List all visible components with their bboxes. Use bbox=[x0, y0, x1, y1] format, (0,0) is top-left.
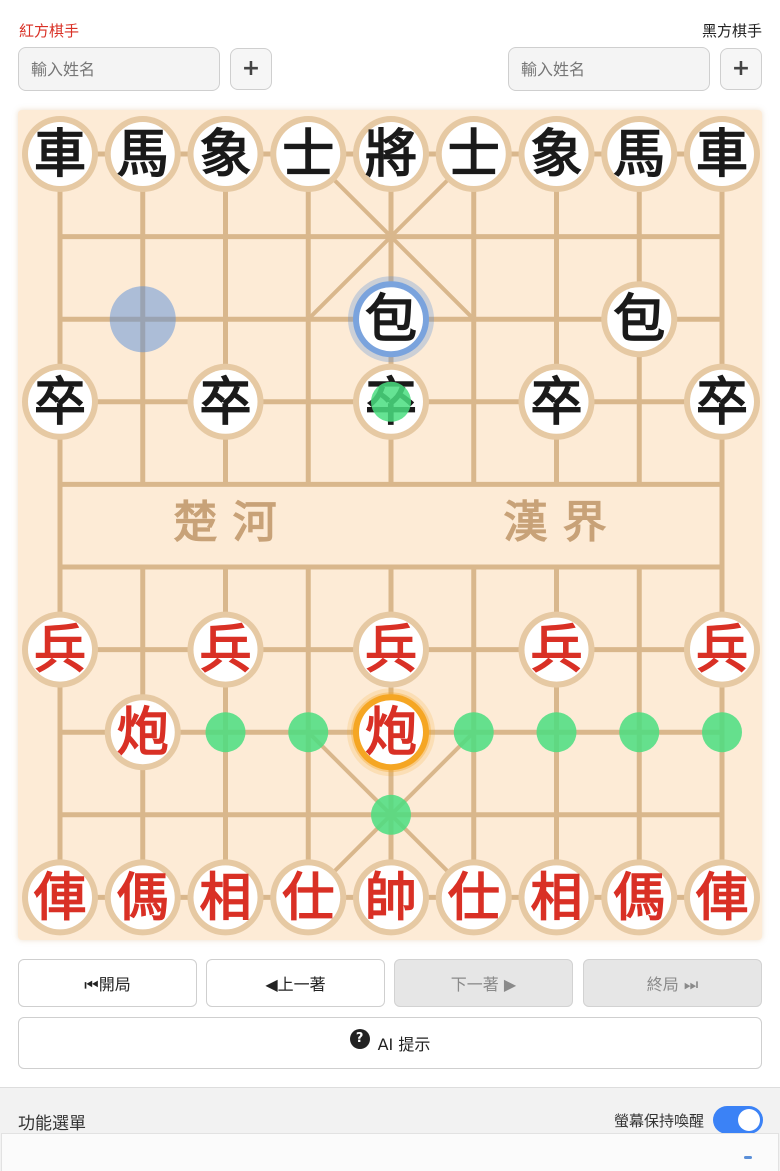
piece-red[interactable]: 兵 bbox=[353, 611, 429, 688]
piece-red[interactable]: 兵 bbox=[187, 611, 264, 688]
piece-label: 俥 bbox=[33, 867, 86, 928]
piece-label: 兵 bbox=[530, 620, 582, 681]
piece-black[interactable]: 卒 bbox=[22, 363, 98, 440]
piece-red[interactable]: 仕 bbox=[435, 859, 512, 936]
piece-black[interactable]: 馬 bbox=[601, 116, 678, 192]
piece-black[interactable]: 包 bbox=[348, 276, 434, 363]
piece-label: 俥 bbox=[695, 867, 748, 928]
board-grid bbox=[57, 151, 725, 900]
move-hint-dot[interactable] bbox=[536, 712, 577, 753]
piece-red[interactable]: 相 bbox=[187, 859, 264, 936]
xiangqi-board[interactable]: 楚 河 漢 界 車馬象士將士象馬車包包卒卒卒卒卒兵兵兵兵兵炮炮俥傌相仕帥仕相傌俥 bbox=[18, 110, 762, 940]
piece-label: 象 bbox=[530, 124, 582, 185]
menu-label[interactable]: 功能選單 bbox=[18, 1109, 86, 1134]
red-name-input[interactable] bbox=[18, 47, 220, 91]
piece-label: 包 bbox=[365, 289, 417, 350]
move-hint-dot[interactable] bbox=[371, 794, 411, 835]
board-canvas[interactable]: 楚 河 漢 界 車馬象士將士象馬車包包卒卒卒卒卒兵兵兵兵兵炮炮俥傌相仕帥仕相傌俥 bbox=[18, 110, 762, 940]
piece-black[interactable]: 卒 bbox=[684, 363, 760, 440]
piece-red[interactable]: 俥 bbox=[22, 859, 98, 936]
bottom-panel: 功能選單 螢幕保持喚醒 bbox=[0, 1087, 780, 1171]
piece-label: 兵 bbox=[365, 620, 417, 681]
piece-label: 卒 bbox=[530, 372, 582, 433]
move-hint-dot[interactable] bbox=[702, 712, 742, 753]
board-markers bbox=[109, 286, 176, 353]
river-text-left: 楚 河 bbox=[173, 497, 276, 548]
piece-label: 包 bbox=[613, 289, 665, 350]
black-add-button[interactable]: + bbox=[720, 48, 762, 90]
black-player-label: 黑方棋手 bbox=[701, 22, 762, 40]
indicator-icon bbox=[744, 1156, 752, 1159]
piece-red[interactable]: 相 bbox=[518, 859, 595, 936]
red-player-label: 紅方棋手 bbox=[19, 22, 80, 40]
previous-move-button[interactable]: ◀上一著 bbox=[206, 959, 385, 1007]
piece-red[interactable]: 俥 bbox=[684, 859, 760, 936]
piece-black[interactable]: 馬 bbox=[104, 116, 181, 192]
piece-label: 士 bbox=[448, 124, 500, 185]
piece-black[interactable]: 車 bbox=[22, 116, 98, 192]
ai-hint-button[interactable]: ? AI 提示 bbox=[18, 1017, 762, 1069]
piece-label: 兵 bbox=[696, 620, 748, 681]
river-text-right: 漢 界 bbox=[503, 497, 606, 548]
next-move-button[interactable]: 下一著 ▶ bbox=[394, 959, 573, 1007]
piece-label: 兵 bbox=[34, 620, 86, 681]
piece-label: 相 bbox=[199, 867, 251, 928]
piece-label: 傌 bbox=[613, 867, 665, 928]
piece-label: 象 bbox=[199, 124, 251, 185]
first-move-button[interactable]: ⏮開局 bbox=[18, 959, 197, 1007]
bottom-strip bbox=[1, 1133, 779, 1171]
move-hint-dot[interactable] bbox=[205, 712, 246, 753]
piece-label: 馬 bbox=[117, 124, 169, 185]
piece-label: 仕 bbox=[282, 867, 334, 928]
piece-label: 卒 bbox=[34, 372, 86, 433]
piece-label: 帥 bbox=[365, 867, 417, 928]
piece-black[interactable]: 包 bbox=[601, 281, 678, 358]
piece-black[interactable]: 士 bbox=[270, 116, 347, 192]
last-move-button[interactable]: 終局 ⏭ bbox=[583, 959, 762, 1007]
toggle-knob bbox=[738, 1109, 760, 1131]
move-hint-dot[interactable] bbox=[619, 712, 660, 753]
piece-label: 兵 bbox=[199, 620, 251, 681]
piece-red[interactable]: 兵 bbox=[684, 611, 760, 688]
piece-black[interactable]: 卒 bbox=[187, 363, 264, 440]
piece-red[interactable]: 帥 bbox=[353, 859, 429, 936]
piece-black[interactable]: 卒 bbox=[518, 363, 595, 440]
question-icon: ? bbox=[349, 1029, 370, 1049]
piece-label: 卒 bbox=[696, 372, 748, 433]
piece-label: 車 bbox=[696, 124, 748, 185]
piece-label: 仕 bbox=[448, 867, 500, 928]
piece-black[interactable]: 將 bbox=[353, 116, 429, 192]
piece-label: 馬 bbox=[613, 124, 665, 185]
piece-red[interactable]: 炮 bbox=[104, 694, 181, 771]
screen-wake-toggle[interactable] bbox=[713, 1106, 763, 1134]
piece-black[interactable]: 象 bbox=[518, 116, 595, 192]
piece-label: 炮 bbox=[117, 702, 169, 763]
piece-red[interactable]: 傌 bbox=[601, 859, 678, 936]
piece-label: 卒 bbox=[199, 372, 251, 433]
ai-hint-label: AI 提示 bbox=[377, 1035, 431, 1054]
piece-black[interactable]: 象 bbox=[187, 116, 264, 192]
piece-label: 相 bbox=[530, 867, 582, 928]
piece-label: 炮 bbox=[365, 702, 417, 763]
red-add-button[interactable]: + bbox=[230, 48, 272, 90]
piece-label: 將 bbox=[365, 124, 417, 185]
last-move-origin bbox=[109, 286, 176, 353]
piece-label: 車 bbox=[34, 124, 86, 185]
piece-red[interactable]: 兵 bbox=[22, 611, 98, 688]
piece-red[interactable]: 炮 bbox=[347, 688, 435, 777]
screen-wake-label: 螢幕保持喚醒 bbox=[613, 1112, 704, 1130]
piece-red[interactable]: 兵 bbox=[518, 611, 595, 688]
move-hint-dot[interactable] bbox=[371, 381, 411, 422]
move-hint-dot[interactable] bbox=[453, 712, 494, 753]
piece-label: 傌 bbox=[117, 867, 169, 928]
piece-black[interactable]: 車 bbox=[684, 116, 760, 192]
piece-red[interactable]: 傌 bbox=[104, 859, 181, 936]
move-hint-dot[interactable] bbox=[288, 712, 329, 753]
piece-black[interactable]: 士 bbox=[435, 116, 512, 192]
black-name-input[interactable] bbox=[508, 47, 710, 91]
piece-red[interactable]: 仕 bbox=[270, 859, 347, 936]
piece-label: 士 bbox=[282, 124, 334, 185]
